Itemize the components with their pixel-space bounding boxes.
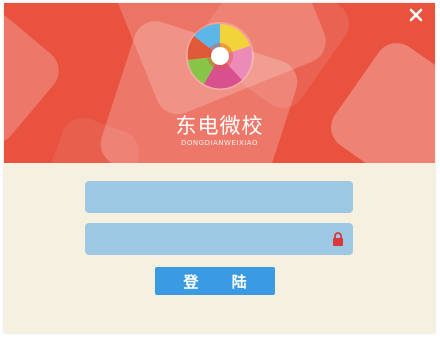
header-banner: 东电微校 DONGDIANWEIXIAO <box>4 3 435 163</box>
password-field[interactable] <box>85 223 353 255</box>
pinwheel-logo-icon <box>184 20 256 92</box>
login-button[interactable]: 登 陆 <box>155 267 275 295</box>
username-field[interactable] <box>85 181 353 213</box>
app-subtitle: DONGDIANWEIXIAO <box>181 139 258 147</box>
app-name: 东电微校 <box>175 114 264 138</box>
close-button[interactable] <box>407 6 425 24</box>
close-icon <box>409 8 423 22</box>
lock-icon <box>333 232 343 246</box>
password-input[interactable] <box>85 223 325 255</box>
login-window: 东电微校 DONGDIANWEIXIAO 登 陆 <box>4 3 435 333</box>
username-input[interactable] <box>85 181 325 213</box>
